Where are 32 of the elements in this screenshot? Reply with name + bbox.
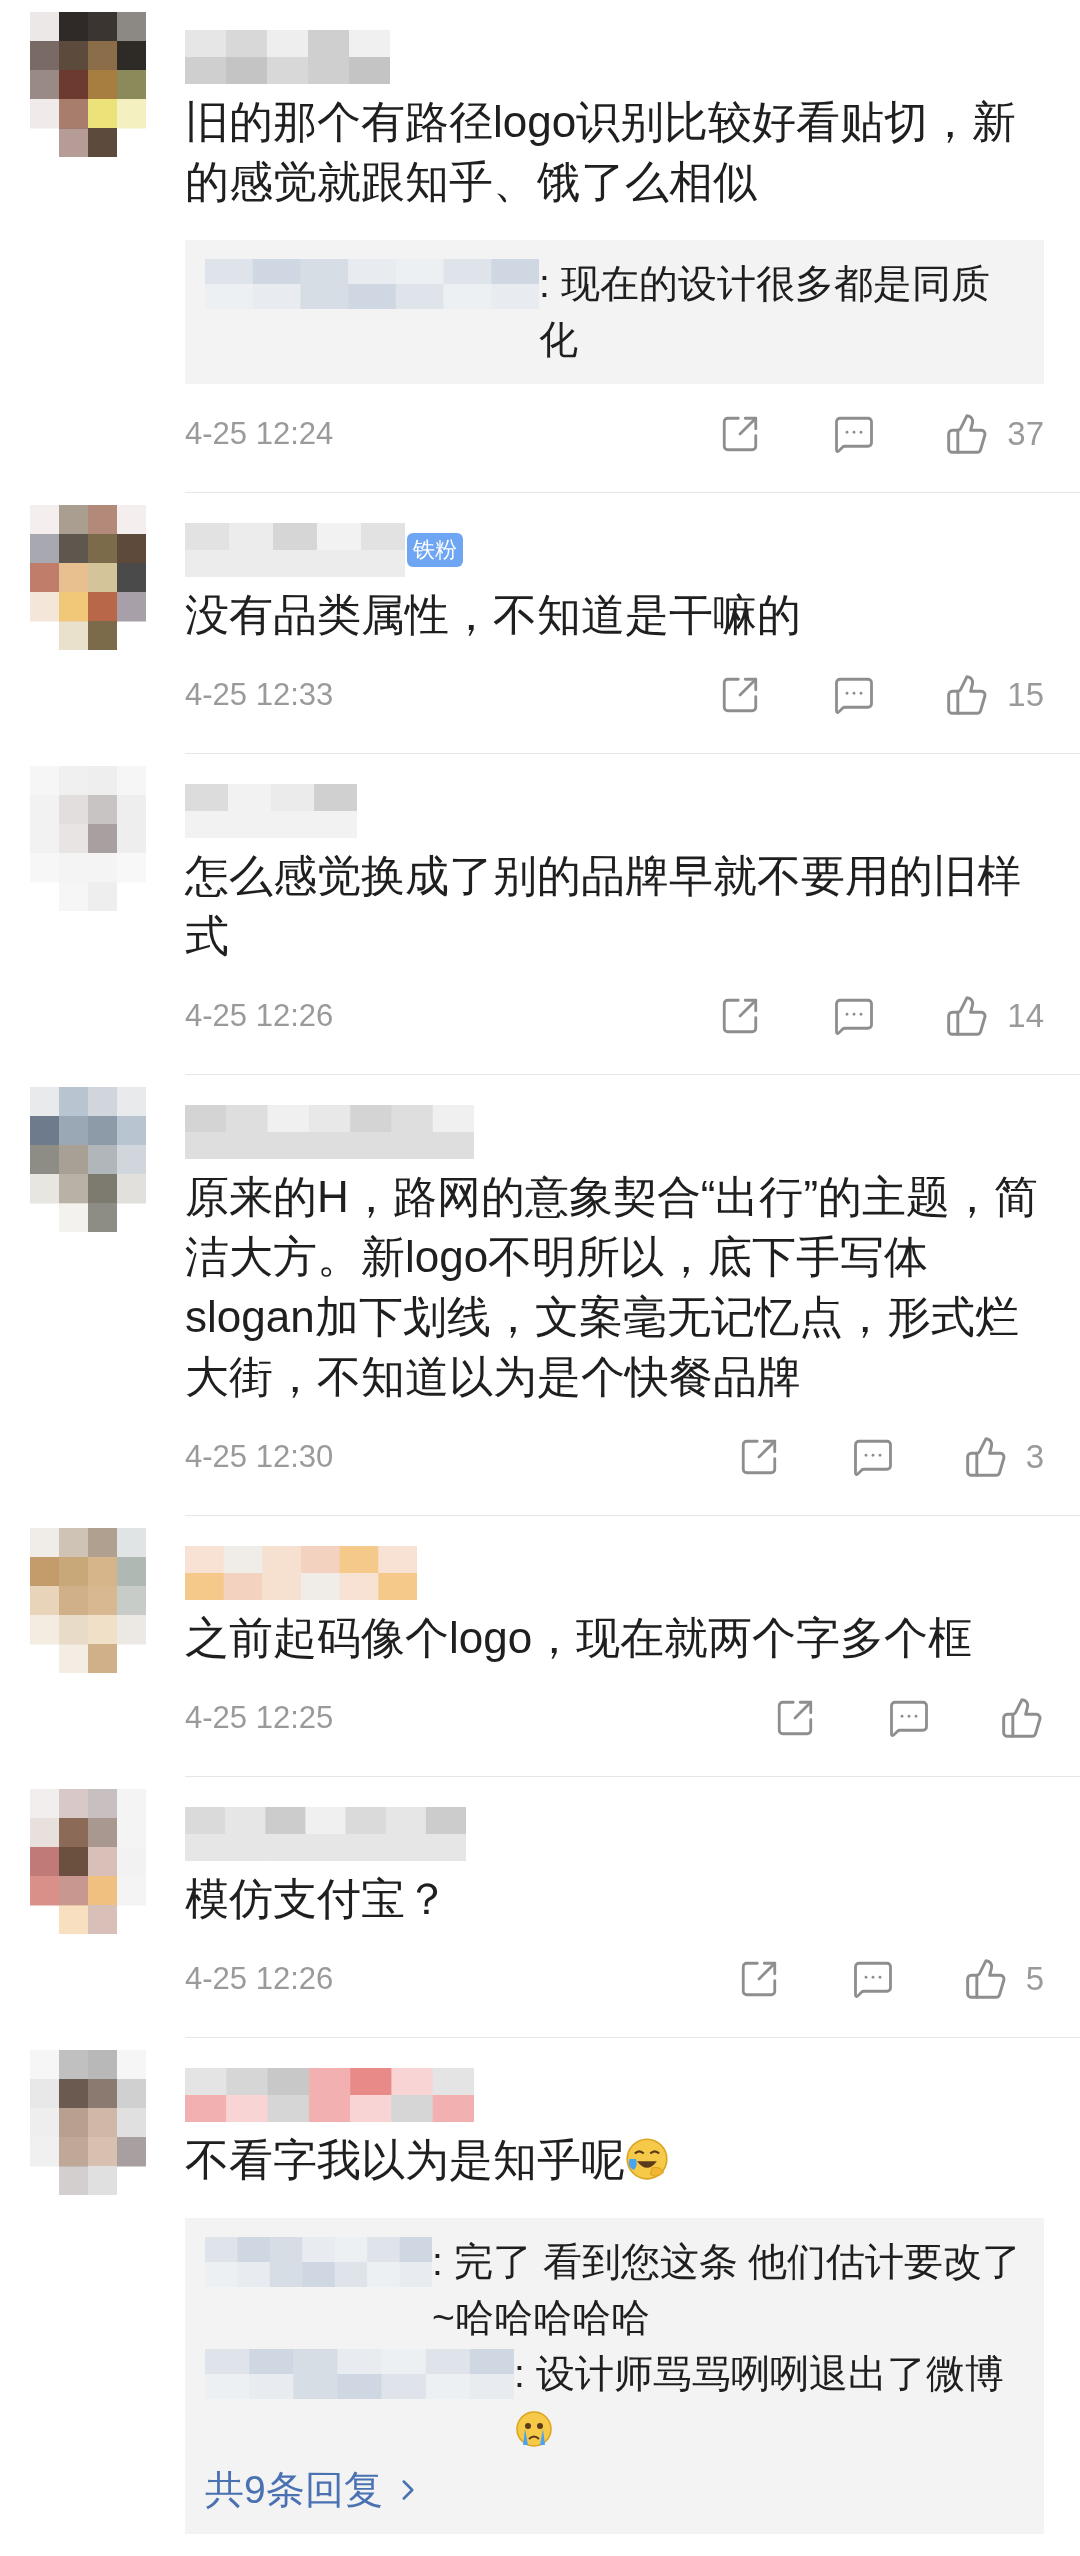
comment-text: 旧的那个有路径logo识别比较好看贴切，新的感觉就跟知乎、饿了么相似 [185,96,1018,208]
like-count: 14 [1007,996,1044,1037]
reply-text: : 完了 看到您这条 他们估计要改了 ~哈哈哈哈哈 [432,2239,1023,2341]
like-count: 5 [1025,1959,1044,2000]
reply-text: : 设计师骂骂咧咧退出了微博 [514,2346,1024,2458]
comment-time: 4-25 12:26 [185,1959,334,1998]
comment-time: 4-25 12:33 [185,675,334,714]
comment-text: 原来的H，路网的意象契合“出行”的主题，简洁大方。新logo不明所以，底下手写体slogan加下划线，文案毫无记忆点，形式烂大街，不知道以为是个快餐品牌 [185,1171,1040,1403]
like-count: 37 [1007,414,1044,455]
thumbs-up-icon[interactable] [963,1957,1008,2001]
comment-text: 没有品类属性，不知道是干嘛的 [185,589,802,641]
thumbs-up-icon[interactable] [1000,1696,1044,1740]
crying-emoji-icon [514,2409,554,2449]
comment-text: 怎么感觉换成了别的品牌早就不要用的旧样式 [185,850,1022,962]
thumbs-up-icon[interactable] [963,1435,1008,1479]
view-replies-link[interactable]: 共9条回复 [205,2462,425,2518]
avatar[interactable] [30,12,146,157]
comment-time: 4-25 12:26 [185,996,334,1035]
comment-text: 之前起码像个logo，现在就两个字多个框 [185,1612,974,1664]
laughing-emoji-icon [625,2137,669,2181]
reply-text: : 现在的设计很多都是同质化 [539,261,991,363]
like-count: 3 [1025,1437,1044,1478]
comment-text: 模仿支付宝？ [185,1873,450,1925]
avatar[interactable] [30,2050,146,2195]
avatar[interactable] [30,505,146,650]
comment-text: 不看字我以为是知乎呢 [185,2130,1044,2190]
comment-time: 4-25 12:30 [185,1437,334,1476]
avatar[interactable] [30,1789,146,1934]
fan-badge: 铁粉 [407,533,463,567]
like-count: 15 [1007,675,1044,716]
comment-time: 4-25 12:25 [185,1698,334,1737]
comment-time: 4-25 12:24 [185,414,334,453]
